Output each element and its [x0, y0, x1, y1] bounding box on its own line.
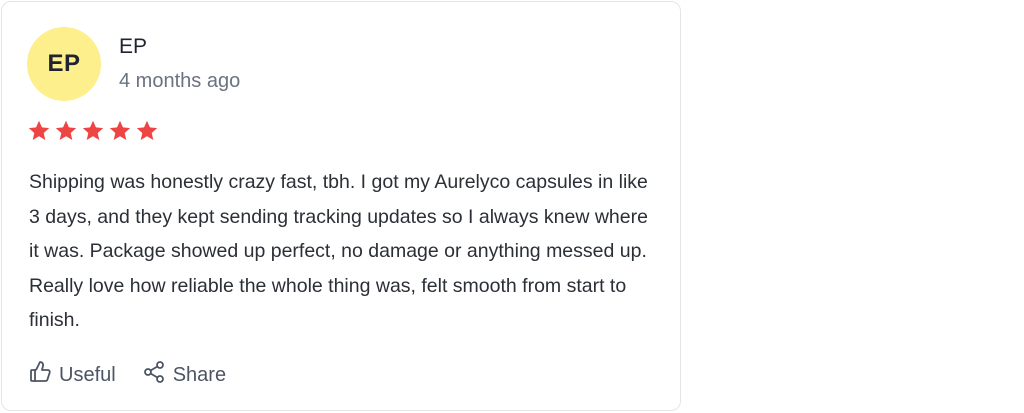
review-body: Shipping was honestly crazy fast, tbh. I… — [29, 171, 648, 331]
thumbs-up-icon — [28, 360, 59, 390]
star-rating — [27, 119, 159, 143]
share-label: Share — [172, 363, 227, 386]
review-actions: Useful Share — [28, 360, 226, 390]
star-icon — [82, 120, 104, 140]
useful-button[interactable]: Useful — [28, 360, 116, 390]
review-date: 4 months ago — [119, 70, 241, 92]
star-icon — [28, 120, 50, 140]
star-icon — [136, 120, 158, 140]
useful-label: Useful — [59, 363, 116, 386]
avatar: EP — [27, 27, 101, 101]
star-icon — [109, 120, 131, 140]
author-name: EP — [119, 35, 148, 58]
review-card: EP EP 4 months ago Shipping was honestly… — [1, 1, 681, 411]
star-icon — [55, 120, 77, 140]
share-icon — [142, 360, 173, 390]
share-button[interactable]: Share — [142, 360, 226, 390]
